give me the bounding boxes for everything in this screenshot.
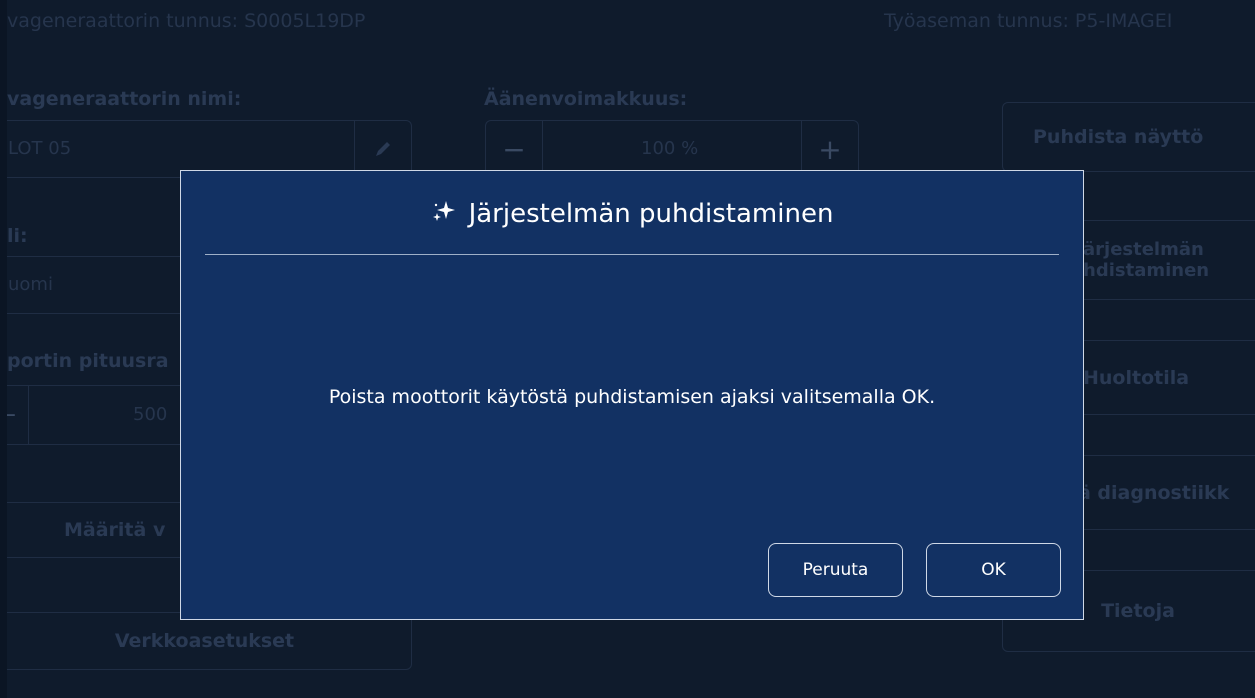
- dialog-divider: [205, 254, 1059, 255]
- dialog-title: Järjestelmän puhdistaminen: [181, 199, 1083, 229]
- dialog-message: Poista moottorit käytöstä puhdistamisen …: [328, 386, 936, 408]
- ok-button[interactable]: OK: [926, 543, 1061, 597]
- cancel-button[interactable]: Peruuta: [768, 543, 903, 597]
- system-cleaning-dialog: Järjestelmän puhdistaminen Poista mootto…: [180, 170, 1084, 620]
- dialog-title-text: Järjestelmän puhdistaminen: [468, 199, 834, 229]
- sparkles-icon: [432, 201, 455, 221]
